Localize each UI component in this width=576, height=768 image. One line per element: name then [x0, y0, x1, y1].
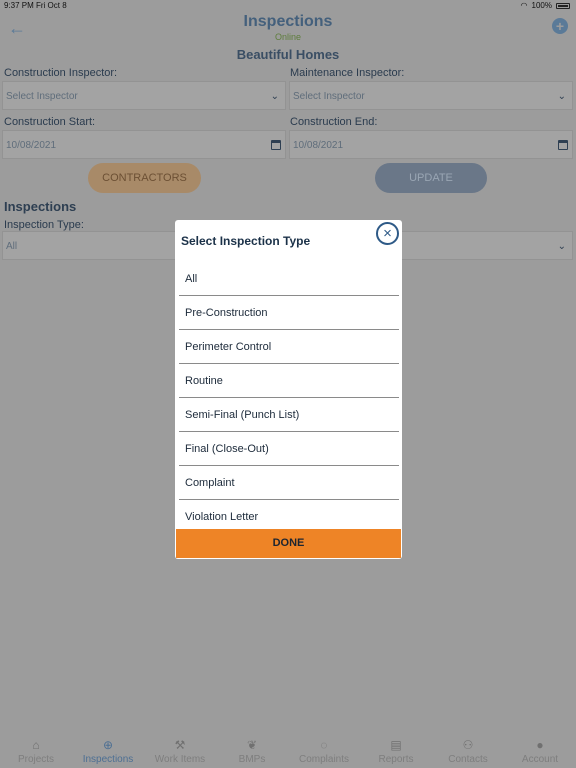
tab-complaints[interactable]: ◌ Complaints — [288, 734, 360, 768]
document-icon: ▤ — [390, 738, 402, 752]
project-name: Beautiful Homes — [236, 47, 340, 62]
update-button[interactable]: UPDATE — [375, 163, 487, 193]
leaf-icon: ❦ — [246, 738, 258, 752]
add-icon[interactable]: + — [552, 18, 568, 34]
construction-inspector-label: Construction Inspector: — [4, 67, 118, 79]
status-time: 9:37 PM — [4, 1, 34, 10]
option-pre-construction[interactable]: Pre-Construction — [179, 296, 399, 330]
construction-end-label: Construction End: — [290, 116, 378, 128]
inspection-type-label: Inspection Type: — [4, 219, 84, 231]
tab-label: Inspections — [82, 754, 134, 765]
tab-label: Account — [521, 754, 559, 765]
maintenance-inspector-placeholder: Select Inspector — [293, 91, 365, 102]
battery-percent: 100% — [531, 1, 552, 10]
construction-start-label: Construction Start: — [4, 116, 96, 128]
option-perimeter-control[interactable]: Perimeter Control — [179, 330, 399, 364]
option-all[interactable]: All — [179, 262, 399, 296]
header: ← Inspections Online + — [0, 12, 576, 44]
chat-icon: ◌ — [320, 738, 328, 752]
tab-label: Work Items — [154, 754, 206, 765]
calendar-icon[interactable] — [271, 140, 281, 150]
chevron-down-icon: ⌄ — [557, 91, 566, 102]
construction-start-value: 10/08/2021 — [6, 140, 57, 151]
done-button[interactable]: DONE — [176, 529, 401, 558]
option-final[interactable]: Final (Close-Out) — [179, 432, 399, 466]
inspection-type-value: All — [6, 241, 18, 252]
inspection-type-modal: Select Inspection Type × All Pre-Constru… — [175, 220, 402, 559]
wifi-icon: ◠ — [520, 1, 528, 10]
tab-label: Contacts — [448, 754, 488, 765]
calendar-icon[interactable] — [558, 140, 568, 150]
connection-status: Online — [274, 32, 301, 42]
construction-start-field[interactable]: 10/08/2021 — [2, 130, 286, 159]
construction-end-value: 10/08/2021 — [293, 140, 344, 151]
tab-work-items[interactable]: ⚒ Work Items — [144, 734, 216, 768]
status-date: Fri Oct 8 — [36, 1, 67, 10]
tab-contacts[interactable]: ⚇ Contacts — [432, 734, 504, 768]
tab-account[interactable]: ● Account — [504, 734, 576, 768]
close-icon[interactable]: × — [376, 222, 399, 245]
account-icon: ● — [536, 738, 544, 752]
chevron-down-icon: ⌄ — [270, 91, 279, 102]
construction-inspector-placeholder: Select Inspector — [6, 91, 78, 102]
page-title: Inspections — [243, 13, 333, 30]
status-right: ◠ 100% — [521, 1, 570, 10]
tab-label: BMPs — [238, 754, 266, 765]
maintenance-inspector-label: Maintenance Inspector: — [290, 67, 405, 79]
tab-label: Complaints — [298, 754, 350, 765]
tab-projects[interactable]: ⌂ Projects — [0, 734, 72, 768]
option-semi-final[interactable]: Semi-Final (Punch List) — [179, 398, 399, 432]
home-icon: ⌂ — [32, 738, 40, 752]
maintenance-inspector-select[interactable]: Select Inspector ⌄ — [289, 81, 573, 110]
status-bar: 9:37 PM Fri Oct 8 ◠ 100% — [0, 0, 576, 12]
tab-bar: ⌂ Projects ⊕ Inspections ⚒ Work Items ❦ … — [0, 734, 576, 768]
hammer-icon: ⚒ — [174, 738, 186, 752]
battery-icon — [556, 2, 570, 9]
people-icon: ⚇ — [462, 738, 474, 752]
inspections-section-title: Inspections — [4, 199, 77, 214]
tab-reports[interactable]: ▤ Reports — [360, 734, 432, 768]
construction-inspector-select[interactable]: Select Inspector ⌄ — [2, 81, 286, 110]
tab-label: Reports — [378, 754, 414, 765]
construction-end-field[interactable]: 10/08/2021 — [289, 130, 573, 159]
modal-title: Select Inspection Type — [181, 234, 311, 248]
tab-inspections[interactable]: ⊕ Inspections — [72, 734, 144, 768]
tab-label: Projects — [17, 754, 55, 765]
chevron-down-icon: ⌄ — [557, 241, 566, 252]
contractors-button[interactable]: CONTRACTORS — [88, 163, 201, 193]
option-complaint[interactable]: Complaint — [179, 466, 399, 500]
option-routine[interactable]: Routine — [179, 364, 399, 398]
binoculars-icon: ⊕ — [102, 738, 114, 752]
tab-bmps[interactable]: ❦ BMPs — [216, 734, 288, 768]
